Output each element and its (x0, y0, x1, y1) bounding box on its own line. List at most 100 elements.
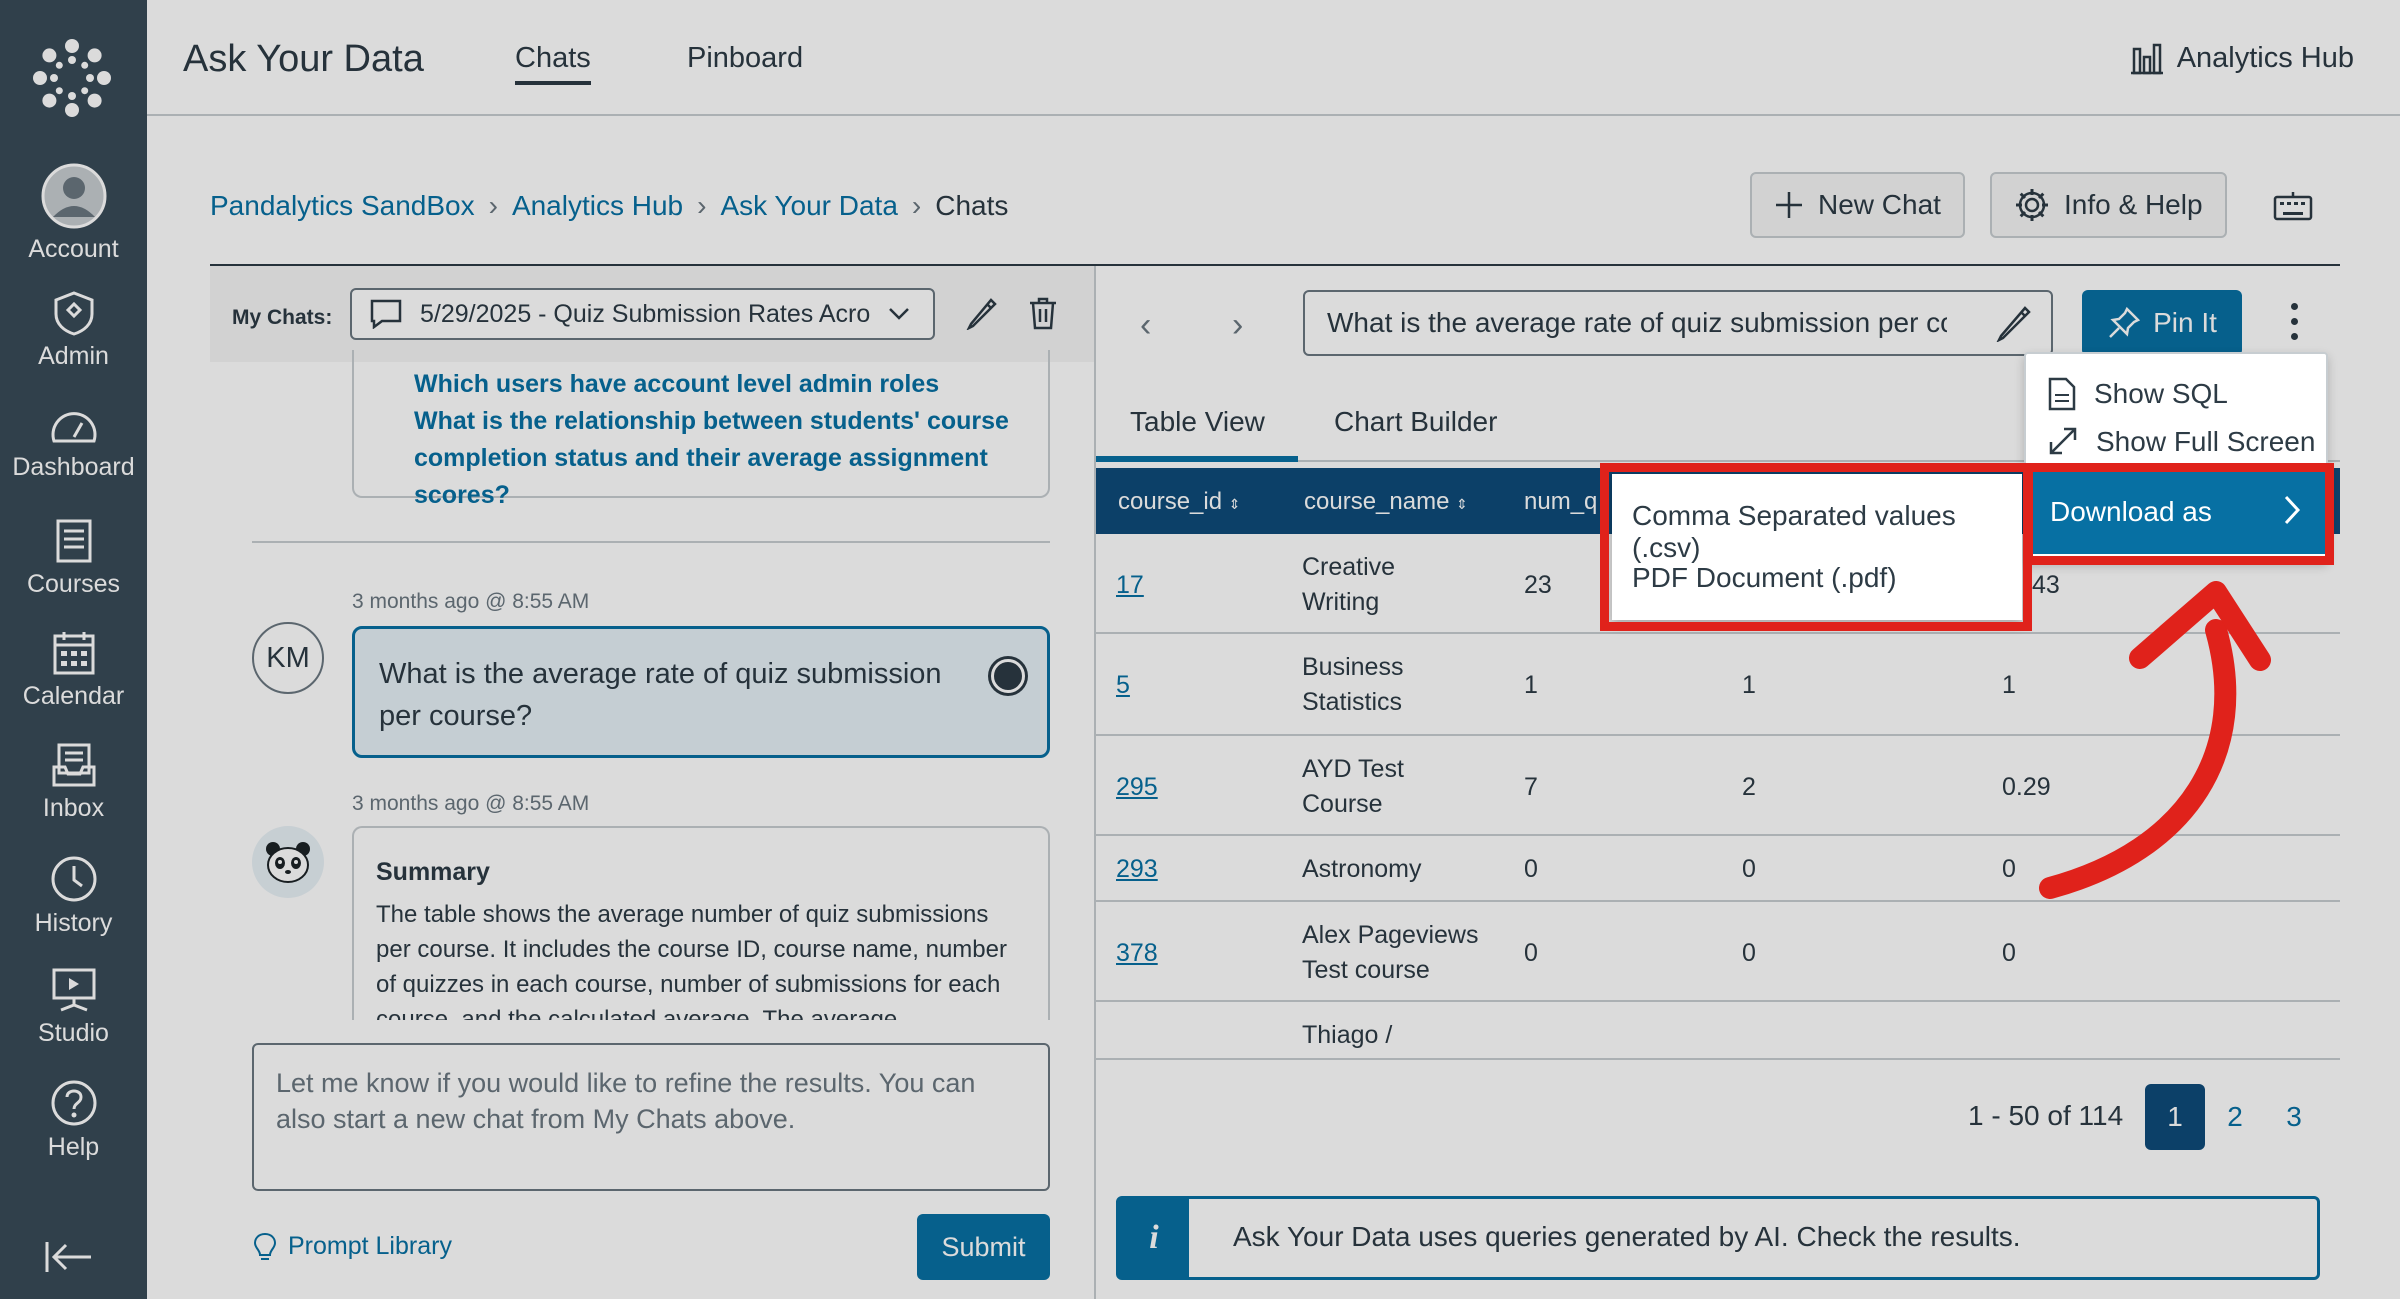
nav-inbox[interactable]: Inbox (0, 742, 147, 823)
nav-courses[interactable]: Courses (0, 518, 147, 599)
breadcrumb-link[interactable]: Ask Your Data (720, 190, 897, 222)
query-field[interactable]: What is the average rate of quiz submiss… (1303, 290, 2053, 356)
suggested-question[interactable]: Which users have account level admin rol… (414, 366, 1048, 403)
nav-account[interactable]: Account (0, 163, 147, 264)
page-button[interactable]: 2 (2205, 1084, 2265, 1150)
pin-it-label: Pin It (2153, 307, 2217, 338)
prompt-library-link[interactable]: Prompt Library (252, 1230, 452, 1262)
chat-select-value: 5/29/2025 - Quiz Submission Rates Across… (420, 299, 870, 328)
table-cell: 0 (1742, 855, 1756, 883)
download-as-menu-item[interactable]: Download as (2026, 470, 2326, 554)
tab-chats[interactable]: Chats (515, 42, 591, 85)
info-icon: i (1119, 1199, 1189, 1277)
table-cell: 0 (1524, 855, 1538, 883)
show-sql-label: Show SQL (2094, 378, 2228, 409)
column-header-course-id[interactable]: course_id ⇕ (1118, 488, 1240, 516)
canvas-logo-icon[interactable] (32, 38, 112, 118)
summary-text: The table shows the average number of qu… (376, 901, 1007, 1020)
chevron-right-icon: › (488, 190, 498, 221)
table-cell: 2 (1742, 773, 1756, 801)
course-id-link[interactable]: 293 (1116, 852, 1158, 887)
download-csv-option[interactable]: Comma Separated values (.csv) (1632, 500, 2022, 564)
table-cell: 1 (1524, 671, 1538, 699)
course-id-link[interactable]: 17 (1116, 568, 1144, 603)
trash-icon[interactable] (1028, 296, 1058, 330)
show-sql-menu-item[interactable]: Show SQL (2026, 364, 2326, 424)
table-cell: 0 (1524, 939, 1538, 967)
course-name-cell: Astronomy (1302, 855, 1422, 883)
assistant-message: Summary The table shows the average numb… (352, 826, 1050, 1020)
nav-label: Studio (38, 1019, 109, 1047)
column-header-num-q[interactable]: num_q (1524, 488, 1597, 516)
dashboard-icon (51, 412, 96, 443)
download-pdf-option[interactable]: PDF Document (.pdf) (1632, 562, 1897, 594)
breadcrumb-link[interactable]: Pandalytics SandBox (210, 190, 475, 222)
nav-label: Dashboard (12, 453, 135, 481)
chevron-right-icon: › (697, 190, 707, 221)
nav-label: Help (47, 1133, 100, 1161)
nav-help[interactable]: Help (0, 1079, 147, 1162)
divider (252, 541, 1050, 543)
annotation-arrow-icon (2039, 581, 2271, 899)
sort-icon: ⇕ (1456, 496, 1468, 512)
new-chat-label: New Chat (1818, 189, 1941, 220)
page-button[interactable]: 1 (2145, 1084, 2205, 1150)
course-name-cell: Business Statistics (1302, 650, 1403, 720)
breadcrumb-current: Chats (935, 190, 1009, 221)
previous-result-icon[interactable]: ‹ (1140, 306, 1151, 345)
selected-radio-icon[interactable] (991, 659, 1025, 693)
tab-table-view[interactable]: Table View (1130, 406, 1265, 438)
bar-chart-icon (2130, 43, 2163, 74)
chevron-down-icon (889, 308, 909, 320)
course-name-line: Writing (1302, 588, 1380, 616)
tab-chart-builder[interactable]: Chart Builder (1334, 406, 1497, 438)
course-name-line: Test course (1302, 956, 1430, 984)
breadcrumb-link[interactable]: Analytics Hub (512, 190, 683, 222)
submit-button[interactable]: Submit (917, 1214, 1050, 1280)
pagination-summary: 1 - 50 of 114 (1968, 1100, 2124, 1131)
table-cell: 1 (1742, 671, 1756, 699)
full-screen-menu-item[interactable]: Show Full Screen (2026, 426, 2326, 470)
chat-select[interactable]: 5/29/2025 - Quiz Submission Rates Across… (350, 288, 935, 340)
pin-icon (2109, 306, 2141, 338)
suggested-questions: Which users have account level admin rol… (352, 350, 1050, 509)
sort-icon: ⇕ (1228, 496, 1241, 512)
keyboard-icon[interactable] (2273, 190, 2313, 222)
course-name-line: Course (1302, 790, 1383, 818)
user-message[interactable]: What is the average rate of quiz submiss… (352, 626, 1050, 758)
edit-icon[interactable] (965, 296, 999, 330)
suggested-question[interactable]: completion status and their average assi… (414, 440, 1048, 514)
edit-icon[interactable] (1995, 306, 2033, 342)
course-id-link[interactable]: 5 (1116, 668, 1130, 703)
nav-admin[interactable]: Admin (0, 290, 147, 371)
options-menu: Show SQL Show Full Screen Download as (2024, 352, 2328, 562)
new-chat-button[interactable]: New Chat (1750, 172, 1965, 238)
more-options-icon[interactable] (2284, 300, 2304, 350)
nav-history[interactable]: History (0, 855, 147, 938)
analytics-hub-link[interactable]: Analytics Hub (2129, 42, 2354, 75)
column-header-course-name[interactable]: course_name ⇕ (1304, 488, 1468, 516)
table-cell: 1 (2002, 671, 2016, 699)
course-id-link[interactable]: 378 (1116, 936, 1158, 971)
collapse-nav-icon[interactable] (44, 1240, 94, 1274)
nav-dashboard[interactable]: Dashboard (0, 407, 147, 482)
pin-it-button[interactable]: Pin It (2082, 290, 2242, 356)
chat-input[interactable]: Let me know if you would like to refine … (252, 1043, 1050, 1191)
my-chats-bar: My Chats: 5/29/2025 - Quiz Submission Ra… (210, 266, 1094, 362)
page-button[interactable]: 3 (2264, 1084, 2324, 1150)
course-name-line: Business (1302, 653, 1404, 681)
tab-pinboard[interactable]: Pinboard (687, 42, 803, 75)
document-icon (2048, 377, 2076, 411)
nav-studio[interactable]: Studio (0, 967, 147, 1048)
table-cell: 0 (2002, 939, 2016, 967)
lightbulb-icon (253, 1232, 277, 1260)
course-name-cell: Thiago / (1302, 1021, 1393, 1049)
plus-icon (1776, 192, 1802, 218)
nav-calendar[interactable]: Calendar (0, 630, 147, 711)
nav-label: Admin (38, 342, 109, 370)
nav-label: Inbox (42, 794, 105, 822)
suggested-question[interactable]: What is the relationship between student… (414, 403, 1048, 440)
course-id-link[interactable]: 295 (1116, 770, 1158, 805)
next-result-icon[interactable]: › (1232, 306, 1243, 345)
info-help-button[interactable]: Info & Help (1990, 172, 2227, 238)
